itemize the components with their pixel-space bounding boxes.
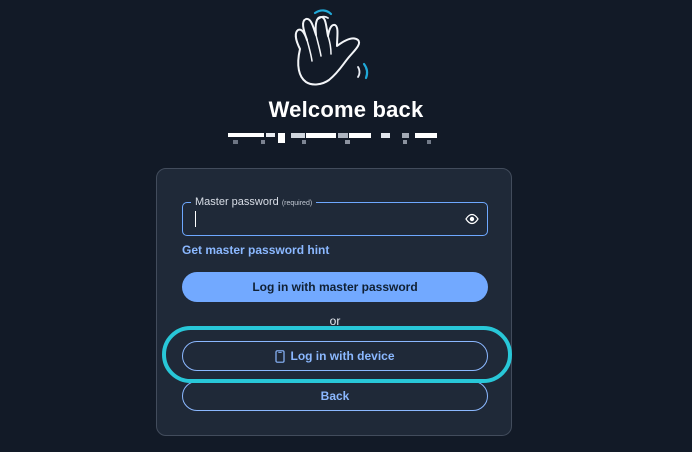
login-with-device-button[interactable]: Log in with device (182, 341, 488, 371)
back-button[interactable]: Back (182, 381, 488, 411)
master-password-hint-link[interactable]: Get master password hint (182, 242, 329, 258)
login-card: Master password (required) Get master pa… (156, 168, 512, 436)
text-cursor (195, 211, 196, 227)
master-password-field[interactable]: Master password (required) (182, 194, 488, 236)
login-master-password-button[interactable]: Log in with master password (182, 272, 488, 302)
or-divider: or (329, 314, 341, 328)
redacted-email (228, 133, 437, 144)
hero-section: Welcome back (0, 0, 692, 150)
mobile-device-icon (275, 349, 286, 363)
master-password-label: Master password (required) (191, 194, 317, 212)
page-title: Welcome back (268, 97, 424, 122)
eye-icon[interactable] (465, 212, 479, 226)
waving-hand-icon (294, 9, 369, 86)
login-with-device-label: Log in with device (290, 349, 395, 363)
required-indicator: (required) (281, 200, 313, 207)
